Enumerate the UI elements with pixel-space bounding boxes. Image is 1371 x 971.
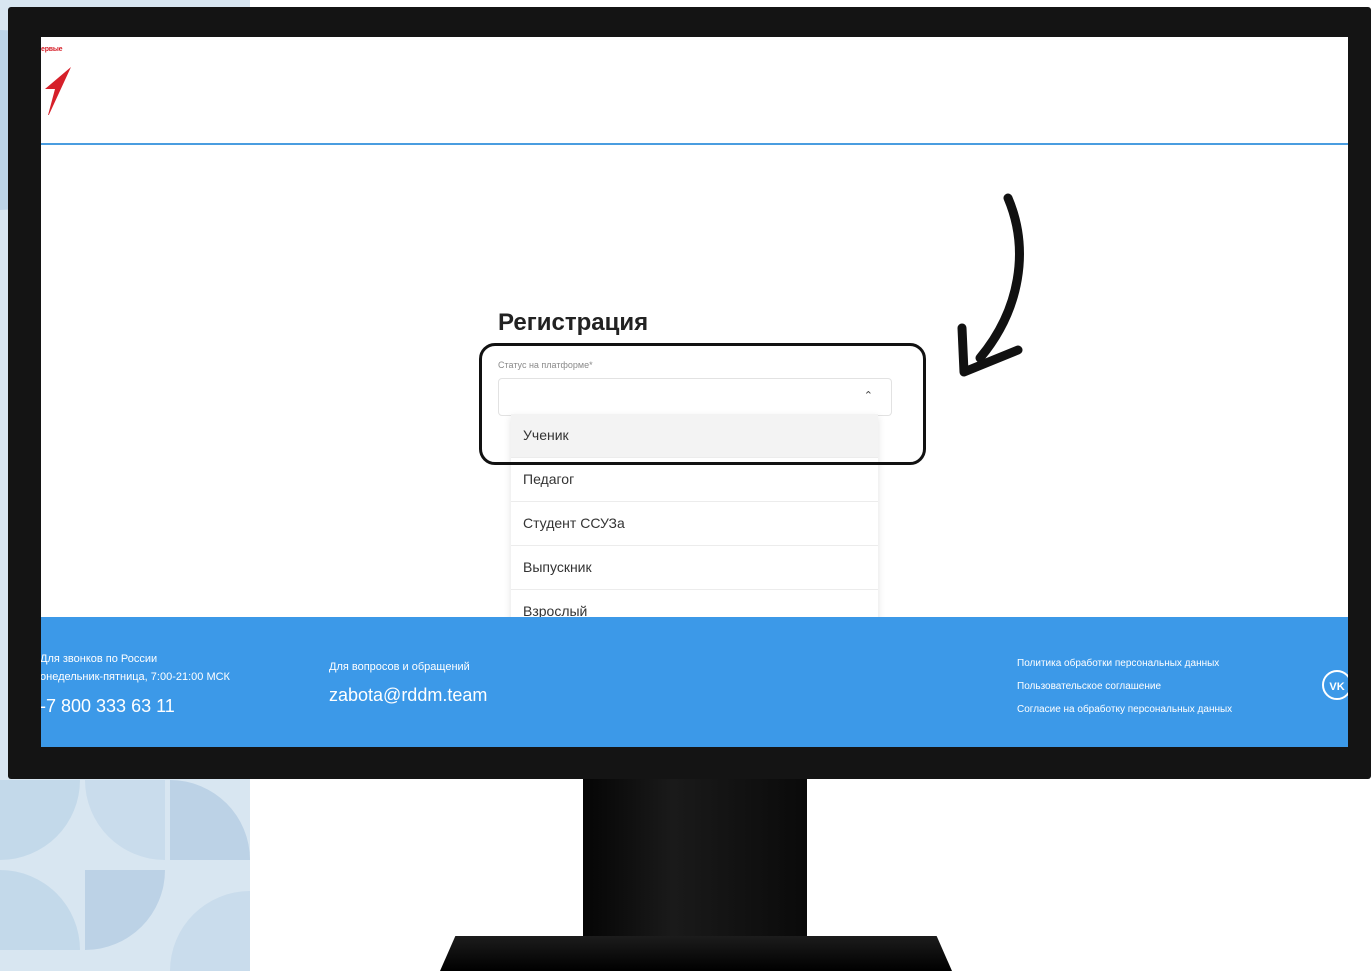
annotation-highlight-box [479,343,926,465]
footer-email-link[interactable]: zabota@rddm.team [329,685,487,706]
monitor-stand-base [440,936,952,971]
monitor-stand [583,775,807,940]
logo-text: ервые [41,46,63,53]
footer-hours: онедельник-пятница, 7:00-21:00 МСК [41,671,230,683]
logo-icon[interactable] [41,45,81,115]
footer-phone-link[interactable]: -7 800 333 63 11 [41,696,175,717]
footer-link-privacy-policy[interactable]: Политика обработки персональных данных [1017,658,1219,669]
site-header: ервые [41,37,1348,145]
page-title: Регистрация [498,309,649,336]
footer-questions-label: Для вопросов и обращений [329,661,470,673]
dropdown-option-graduate[interactable]: Выпускник [511,546,878,590]
vk-icon[interactable]: VK [1322,670,1348,700]
footer-link-data-consent[interactable]: Согласие на обработку персональных данны… [1017,704,1232,715]
footer-link-user-agreement[interactable]: Пользовательское соглашение [1017,681,1161,692]
dropdown-option-college-student[interactable]: Студент ССУЗа [511,502,878,546]
annotation-arrow-icon [957,193,1024,377]
footer-call-label: Для звонков по России [41,653,158,665]
site-footer: Для звонков по России онедельник-пятница… [41,617,1348,747]
